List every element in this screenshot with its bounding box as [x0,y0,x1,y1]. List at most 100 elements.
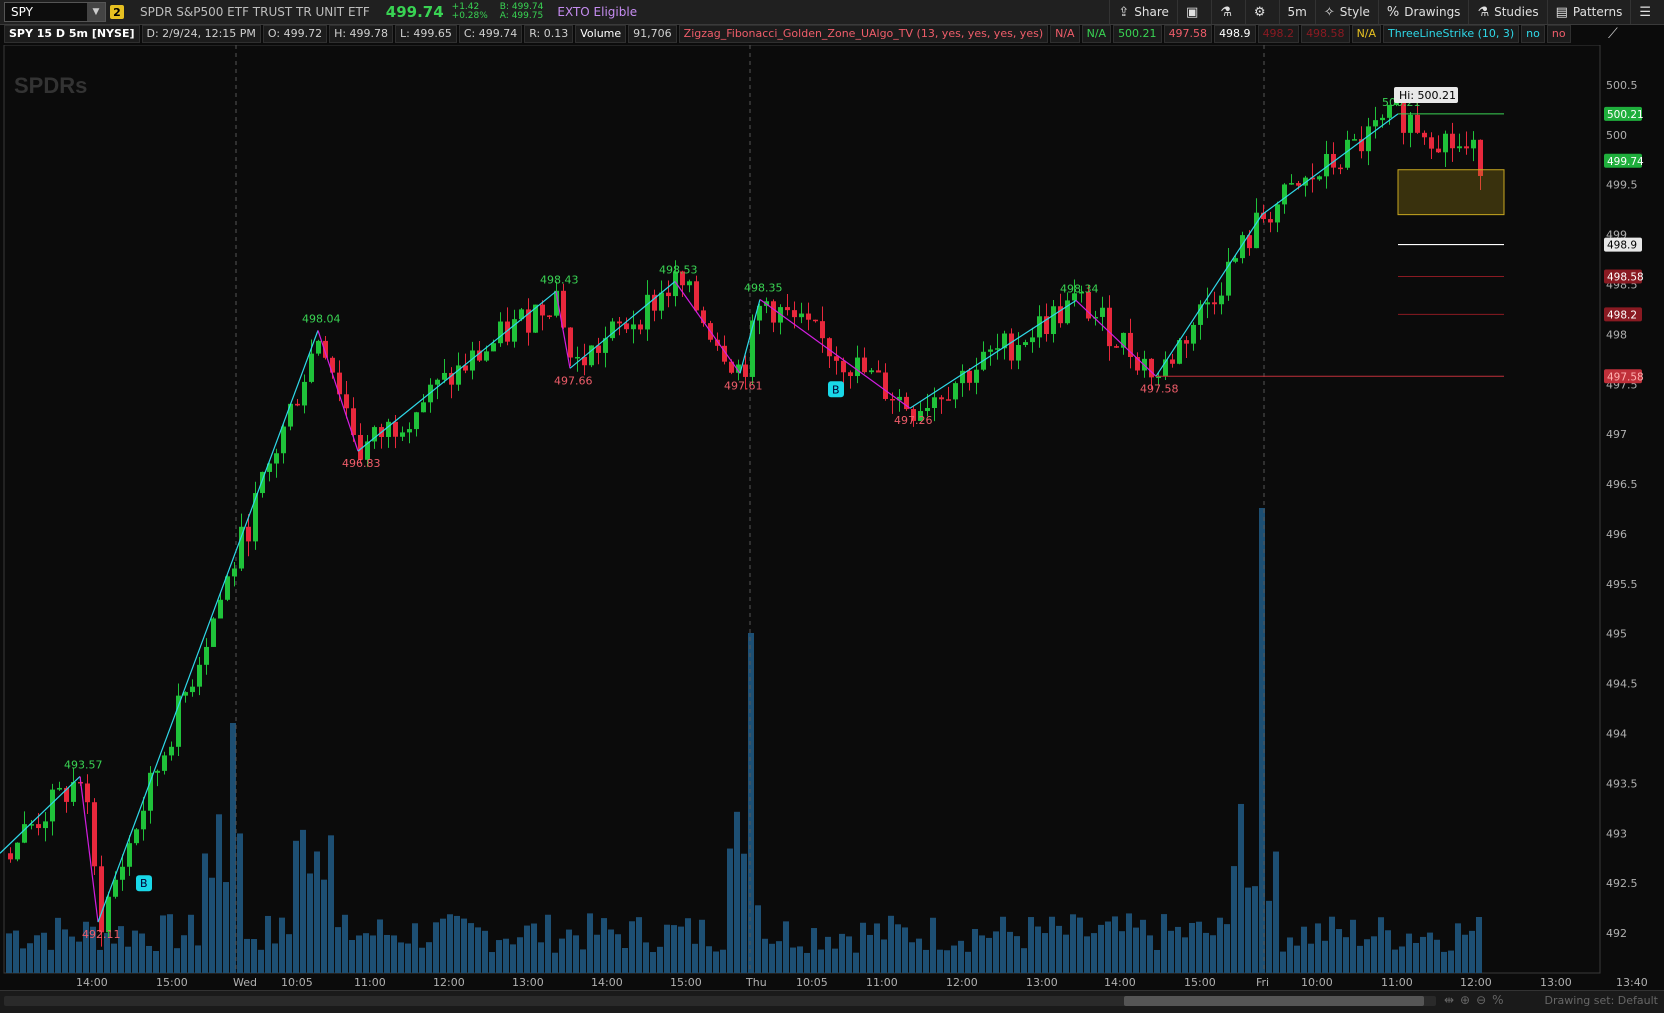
candle-body [1366,126,1371,152]
x-tick-label: 13:00 [512,976,544,989]
link-badge[interactable]: 2 [110,5,124,19]
pivot-label: 498.53 [659,263,698,276]
candle-body [253,493,258,542]
patterns-button[interactable]: ▤ Patterns [1546,0,1631,24]
y-tick-label: 497 [1606,428,1627,441]
chart-mode-button[interactable]: ▣ [1176,0,1211,24]
candle-body [862,357,867,373]
candle-body [169,746,174,756]
share-button[interactable]: ⇪ Share [1109,0,1177,24]
pivot-label: 497.58 [1140,382,1179,395]
volume-bar [1245,887,1251,973]
volume-bar [510,944,516,973]
volume-bar [230,723,236,973]
candle-body [1457,146,1462,149]
patterns-icon: ▤ [1555,4,1568,20]
price-chart[interactable]: SPDRs 493.57 492.11 498.04 496.83 498.43 497.… [0,45,1664,990]
threelinestrike-study-label[interactable]: ThreeLineStrike (10, 3) [1383,25,1520,43]
candle-body [204,646,209,665]
y-tick-label: 492 [1606,927,1627,940]
candle-body [813,319,818,322]
drawing-set[interactable]: Drawing set: Default [1545,994,1658,1007]
candle-body [624,323,629,330]
candle-body [232,568,237,577]
volume-bar [958,940,964,973]
candle-body [939,397,944,400]
volume-bar [55,917,61,973]
drawing-tool-icon[interactable]: ⟋ [1608,26,1618,42]
interval-button[interactable]: 5m [1278,0,1315,24]
bar-high: H: 499.78 [329,25,394,43]
volume-bar [601,918,607,973]
volume-bar [846,936,852,973]
candle-body [1275,204,1280,223]
volume-bar [1007,931,1013,973]
candle-body [1107,307,1112,347]
volume-bar [454,915,460,973]
candle-body [792,310,797,318]
volume-bar [1133,927,1139,973]
bar-close: C: 499.74 [458,25,523,43]
chart-title[interactable]: SPY 15 D 5m [NYSE] [4,25,140,43]
volume-bar [1441,951,1447,973]
candle-body [106,896,111,933]
symbol-input[interactable]: SPY ▼ [4,2,106,22]
studies-button[interactable]: ⚗ Studies [1468,0,1546,24]
style-button[interactable]: ✧ Style [1314,0,1378,24]
y-tick-label: 494.5 [1606,678,1638,691]
zigzag-segment [569,281,676,369]
volume-bar [139,933,145,973]
volume-bar [482,930,488,973]
volume-bar [916,938,922,973]
candle-body [8,853,13,860]
settings-button[interactable]: ⚙ [1244,0,1279,24]
menu-button[interactable]: ☰ [1630,0,1664,24]
volume-bar [1014,936,1020,973]
volume-bar [328,835,334,973]
volume-bar [1112,916,1118,973]
zigzag-study-label[interactable]: Zigzag_Fibonacci_Golden_Zone_UAlgo_TV (1… [678,25,1049,43]
candle-body [22,824,27,843]
volume-bar [384,934,390,973]
zoom-controls[interactable]: ⇹⊕⊖% [1444,993,1510,1007]
volume-bar [734,811,740,973]
volume-bar [552,952,558,973]
candle-body [57,787,62,790]
buy-signal-text: B [140,877,148,890]
candle-body [575,356,580,359]
candle-body [113,879,118,897]
scroll-thumb[interactable] [1124,996,1424,1006]
candle-body [50,789,55,822]
horizontal-scrollbar[interactable] [4,996,1436,1006]
volume-bar [622,947,628,973]
volume-bar [153,950,159,973]
zigzag-segment [97,330,319,923]
y-tick-label: 498 [1606,328,1627,341]
price-marker-label: 500.21 [1607,109,1644,121]
volume-bar [307,873,313,973]
volume-bar [1294,945,1300,973]
volume-bar [195,945,201,973]
zigzag-segment [674,281,741,374]
candle-body [197,664,202,687]
candle-body [1289,183,1294,185]
x-tick-label: 13:00 [1540,976,1572,989]
volume-bar [279,917,285,973]
candle-body [309,353,314,382]
exto-eligible: EXTO Eligible [557,5,638,19]
volume-bar [174,948,180,973]
bar-low: L: 499.65 [395,25,457,43]
volume-bar [447,914,453,973]
volume-bar [426,942,432,973]
volume-bar [888,915,894,973]
volume-bar [783,921,789,973]
drawings-button[interactable]: % Drawings [1377,0,1469,24]
spdrs-logo: SPDRs [14,73,87,98]
pivot-label: 493.57 [64,758,103,771]
flask-button[interactable]: ⚗ [1211,0,1245,24]
volume-label[interactable]: Volume [575,25,627,43]
candle-body [1170,359,1175,364]
volume-bar [1056,925,1062,973]
chevron-down-icon[interactable]: ▼ [87,3,105,21]
candle-body [162,755,167,771]
